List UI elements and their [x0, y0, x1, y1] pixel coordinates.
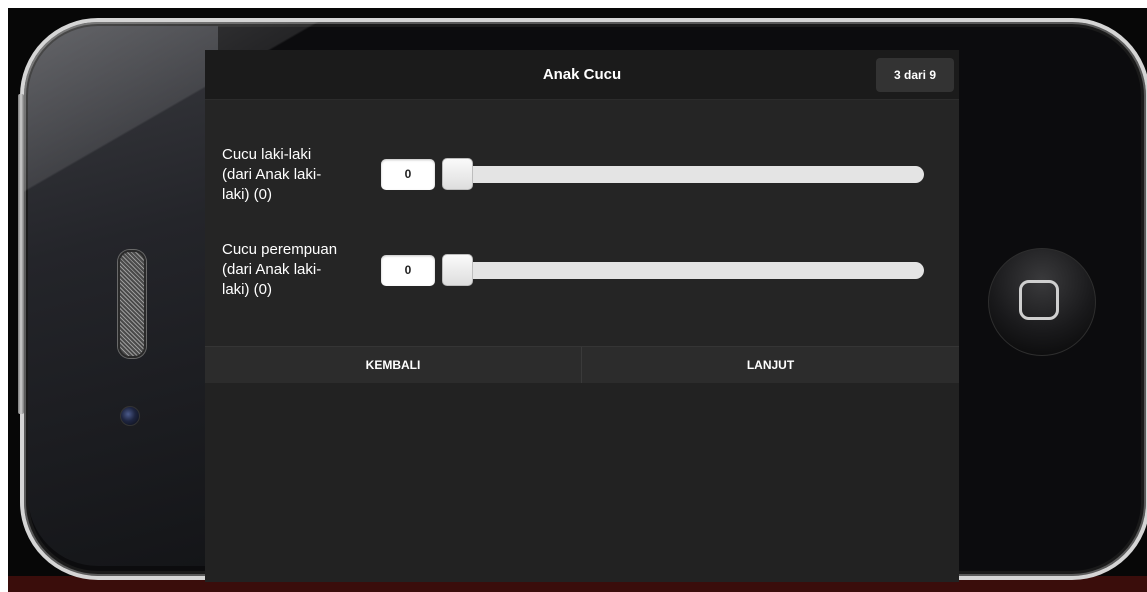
field-label-cucu-laki-laki: Cucu laki-laki (dari Anak laki- laki) (0…	[222, 145, 367, 205]
phone-side-button	[18, 94, 24, 414]
next-button[interactable]: LANJUT	[582, 347, 959, 383]
speaker-grille	[118, 250, 146, 358]
field-label-line: laki) (0)	[222, 281, 273, 298]
field-label-cucu-perempuan: Cucu perempuan (dari Anak laki- laki) (0…	[222, 240, 367, 300]
field-label-line: laki) (0)	[222, 186, 273, 203]
empty-screen-area	[205, 383, 959, 582]
field-label-line: (dari Anak laki-	[222, 261, 322, 278]
camera-icon	[120, 406, 140, 426]
navigation-bar: KEMBALI LANJUT	[205, 346, 959, 383]
step-counter-badge[interactable]: 3 dari 9	[876, 58, 954, 92]
form-content: Cucu laki-laki (dari Anak laki- laki) (0…	[205, 100, 959, 346]
app-screen: Anak Cucu 3 dari 9 Cucu laki-laki (dari …	[205, 50, 959, 582]
field-label-line: (dari Anak laki-	[222, 166, 322, 183]
header-bar: Anak Cucu 3 dari 9	[205, 50, 959, 100]
field-label-line: Cucu laki-laki	[222, 146, 312, 163]
field-label-line: Cucu perempuan	[222, 241, 338, 258]
cucu-laki-laki-value-input[interactable]: 0	[381, 159, 435, 190]
page: Anak Cucu 3 dari 9 Cucu laki-laki (dari …	[0, 0, 1147, 592]
cucu-perempuan-slider-thumb[interactable]	[442, 254, 473, 286]
cucu-perempuan-value-input[interactable]: 0	[381, 255, 435, 286]
page-title: Anak Cucu	[542, 66, 622, 83]
home-square-icon	[1019, 280, 1059, 320]
cucu-perempuan-slider-track[interactable]	[453, 262, 924, 279]
cucu-laki-laki-slider-track[interactable]	[453, 166, 924, 183]
back-button[interactable]: KEMBALI	[205, 347, 582, 383]
cucu-laki-laki-slider-thumb[interactable]	[442, 158, 473, 190]
